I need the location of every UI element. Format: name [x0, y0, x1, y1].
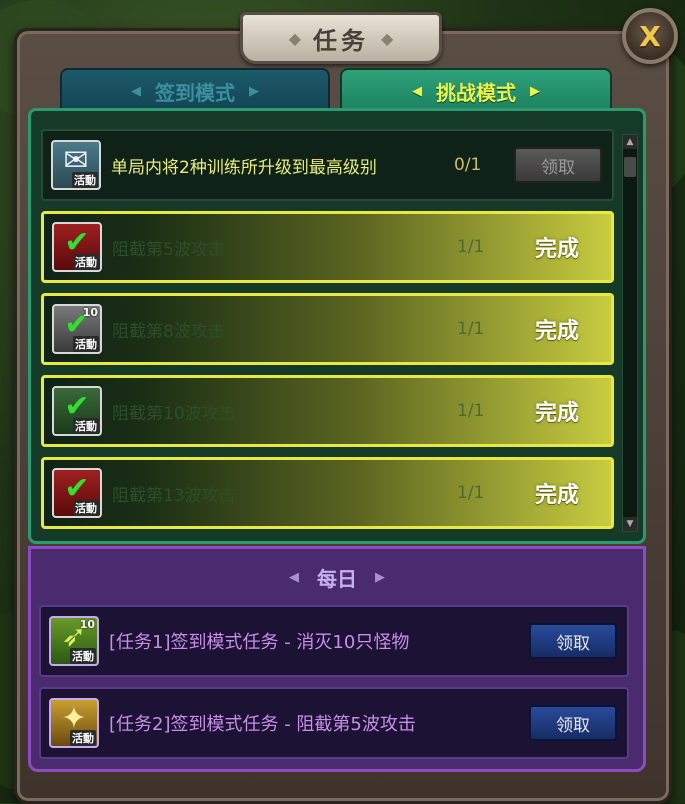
- icon-level: 10: [79, 618, 95, 631]
- checkmark-grey-icon: ✔ 10 活動: [52, 304, 102, 354]
- activity-badge: 活動: [70, 648, 96, 664]
- task-progress: 1/1: [457, 319, 485, 339]
- window-title: 任务: [313, 26, 369, 55]
- tab-arrow-left-icon: ◀: [131, 83, 141, 99]
- task-text: 单局内将2种训练所升级到最高级别: [111, 157, 377, 178]
- scrollbar[interactable]: ▲ ▼: [622, 134, 638, 532]
- daily-task-row: ✦ 活動 [任务2]签到模式任务 - 阻截第5波攻击 领取: [39, 687, 629, 759]
- daily-task-row: ➶ 10 活動 [任务1]签到模式任务 - 消灭10只怪物 领取: [39, 605, 629, 677]
- scroll-down-icon[interactable]: ▼: [623, 517, 637, 531]
- complete-label: 完成: [534, 401, 579, 426]
- task-row: ✔ 活動 阻截第10波攻击 1/1 完成: [41, 375, 614, 447]
- daily-header: ◀ 每日 ▶: [31, 559, 643, 595]
- icon-level: 10: [82, 306, 98, 319]
- task-text: 阻截第5波攻击: [112, 239, 225, 260]
- daily-task-panel: ◀ 每日 ▶ ➶ 10 活動 [任务1]签到模式任务 - 消灭10只怪物 领取 …: [28, 546, 646, 772]
- claim-button[interactable]: 领取: [529, 705, 617, 741]
- title-plate: ◆ 任务 ◆: [240, 12, 442, 64]
- activity-badge: 活動: [73, 254, 99, 270]
- activity-badge: 活動: [73, 500, 99, 516]
- task-progress: 1/1: [457, 237, 485, 257]
- checkmark-green-icon: ✔ 活動: [52, 386, 102, 436]
- header-arrow-right-icon: ▶: [375, 569, 385, 585]
- task-text: 阻截第8波攻击: [112, 321, 225, 342]
- task-text: 阻截第10波攻击: [112, 403, 236, 424]
- task-progress: 1/1: [457, 401, 485, 421]
- scroll-up-icon[interactable]: ▲: [623, 135, 637, 149]
- tab-arrow-right-icon: ▶: [530, 83, 540, 99]
- gift-icon: ✉ 活動: [51, 140, 101, 190]
- activity-badge: 活動: [72, 172, 98, 188]
- close-button[interactable]: X: [622, 8, 678, 64]
- scroll-thumb[interactable]: [624, 157, 636, 177]
- complete-label: 完成: [534, 483, 579, 508]
- task-row: ✔ 活動 阻截第13波攻击 1/1 完成: [41, 457, 614, 529]
- task-progress: 0/1: [454, 155, 482, 175]
- claim-button[interactable]: 领取: [514, 147, 602, 183]
- complete-label: 完成: [534, 319, 579, 344]
- checkmark-red-icon: ✔ 活動: [52, 468, 102, 518]
- tab-arrow-left-icon: ◀: [412, 83, 422, 99]
- treasure-chest-icon: ✦ 活動: [49, 698, 99, 748]
- task-row: ✔ 活動 阻截第5波攻击 1/1 完成: [41, 211, 614, 283]
- activity-badge: 活動: [70, 730, 96, 746]
- tab-label: 挑战模式: [436, 80, 516, 105]
- task-text: [任务1]签到模式任务 - 消灭10只怪物: [109, 632, 410, 653]
- claim-button[interactable]: 领取: [529, 623, 617, 659]
- title-ornament-left-icon: ◆: [288, 28, 301, 48]
- activity-badge: 活動: [73, 336, 99, 352]
- checkmark-red-icon: ✔ 活動: [52, 222, 102, 272]
- task-progress: 1/1: [457, 483, 485, 503]
- tab-label: 签到模式: [155, 80, 235, 105]
- daily-title: 每日: [317, 566, 357, 591]
- complete-label: 完成: [534, 237, 579, 262]
- challenge-task-list: ✉ 活動 单局内将2种训练所升级到最高级别 0/1 领取 ✔ 活動 阻截第5波攻…: [28, 108, 646, 544]
- task-row: ✔ 10 活動 阻截第8波攻击 1/1 完成: [41, 293, 614, 365]
- task-text: [任务2]签到模式任务 - 阻截第5波攻击: [109, 714, 416, 735]
- arrow-icon: ➶ 10 活動: [49, 616, 99, 666]
- title-ornament-right-icon: ◆: [381, 28, 394, 48]
- task-text: 阻截第13波攻击: [112, 485, 236, 506]
- task-row: ✉ 活動 单局内将2种训练所升级到最高级别 0/1 领取: [41, 129, 614, 201]
- activity-badge: 活動: [73, 418, 99, 434]
- tab-arrow-right-icon: ▶: [249, 83, 259, 99]
- header-arrow-left-icon: ◀: [289, 569, 299, 585]
